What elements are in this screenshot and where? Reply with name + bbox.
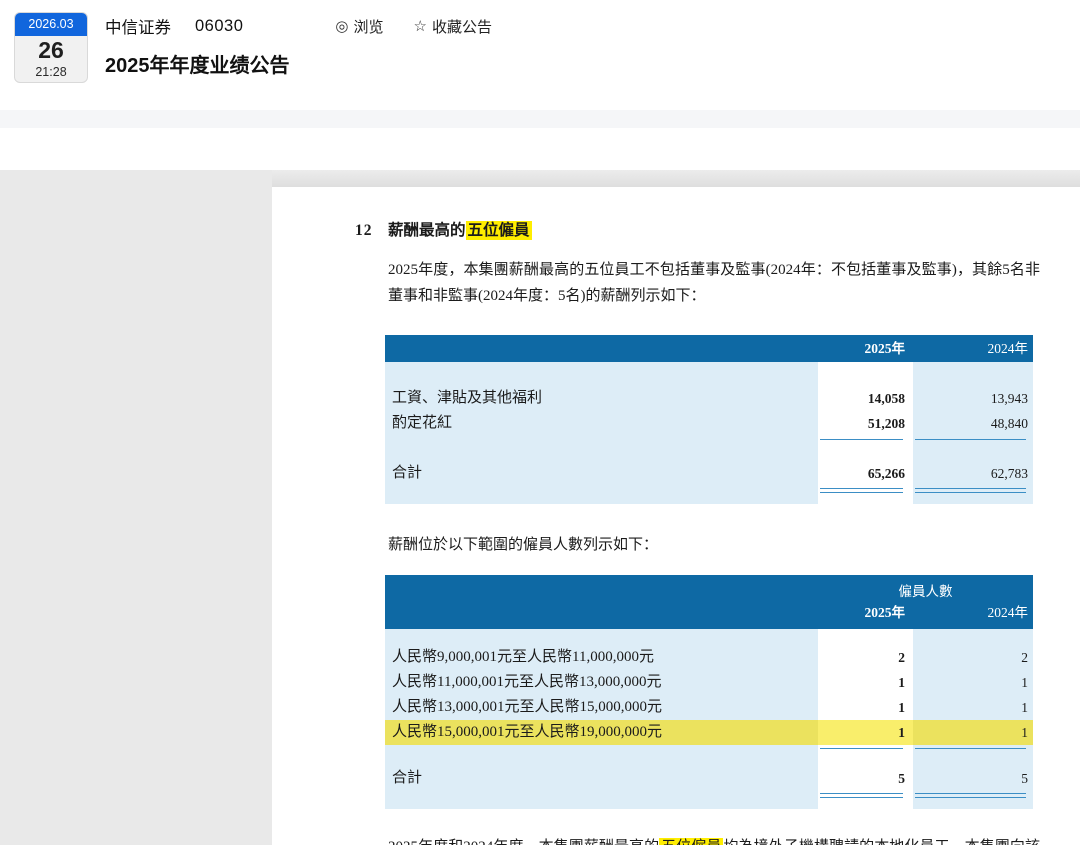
total-row: 合計 65,266 62,783	[385, 461, 1033, 486]
cell-2025: 1	[818, 670, 908, 695]
cell-label: 人民幣9,000,001元至人民幣11,000,000元	[385, 645, 818, 670]
cell-2024: 5	[913, 766, 1033, 791]
top5-compensation-table: 2025年 2024年 工資、津貼及其他福利 14,058 13,943 酌定花…	[385, 335, 1033, 504]
section-number: 12	[355, 222, 373, 239]
table1-col-2025: 2025年	[864, 341, 906, 356]
table-spacer-row	[385, 362, 1033, 386]
badge-month: 2026.03	[15, 13, 87, 36]
subtotal-rule-row	[385, 436, 1033, 445]
table-row: 人民幣13,000,001元至人民幣15,000,000元 1 1	[385, 695, 1033, 720]
divider-band	[0, 110, 1080, 128]
cell-label: 合計	[385, 461, 818, 486]
subtotal-rule-row	[385, 745, 1033, 754]
table2-header: 僱員人數 2025年 2024年	[385, 575, 1033, 629]
pdf-page: 12 薪酬最高的 五位僱員 2025年度，本集團薪酬最高的五位員工不包括董事及監事(…	[272, 187, 1080, 845]
cell-label: 合計	[385, 766, 818, 791]
table1-header-row: 2025年 2024年	[385, 335, 1033, 362]
favorite-label: 收藏公告	[431, 18, 492, 36]
announcement-header: 2026.03 26 21:28 中信证券 06030 ◎ 浏览 ☆ 收藏公告 …	[0, 0, 1080, 110]
table-spacer-row	[385, 801, 1033, 809]
pdf-toolbar-strip	[272, 170, 1080, 187]
total-row: 合計 5 5	[385, 766, 1033, 791]
table-spacer-row	[385, 629, 1033, 645]
table-spacer-row	[385, 445, 1033, 461]
table-row-highlighted: 人民幣15,000,001元至人民幣19,000,000元 1 1	[385, 720, 1033, 745]
cell-label: 工資、津貼及其他福利	[385, 386, 818, 411]
pdf-viewer: 12 薪酬最高的 五位僱員 2025年度，本集團薪酬最高的五位員工不包括董事及監事(…	[0, 170, 1080, 845]
company-name: 中信证券	[105, 19, 171, 37]
table1-col-2024: 2024年	[987, 341, 1029, 356]
announcement-title: 2025年年度业绩公告	[105, 55, 290, 77]
browse-button[interactable]: ◎ 浏览	[335, 16, 383, 37]
table-row: 人民幣9,000,001元至人民幣11,000,000元 2 2	[385, 645, 1033, 670]
cell-2025: 1	[818, 695, 908, 720]
section-heading: 12 薪酬最高的 五位僱員	[355, 218, 1080, 240]
paragraph-conclusion: 2025年度和2024年度，本集團薪酬最高的五位僱員均為境外子機構聘請的本地化員…	[388, 834, 1040, 845]
cell-2024: 1	[913, 670, 1033, 695]
cell-label: 人民幣11,000,001元至人民幣13,000,000元	[385, 670, 818, 695]
date-badge: 2026.03 26 21:28	[14, 12, 88, 83]
badge-time: 21:28	[35, 65, 67, 79]
conclusion-highlight: 五位僱員	[659, 838, 724, 845]
total-rule-row	[385, 791, 1033, 801]
table2-group-header: 僱員人數	[898, 584, 953, 599]
cell-2024: 1	[913, 720, 1033, 745]
cell-2025: 14,058	[818, 386, 908, 411]
table2-col-2025: 2025年	[864, 605, 906, 620]
paragraph-ranges-intro: 薪酬位於以下範圍的僱員人數列示如下：	[388, 537, 659, 553]
section-title: 薪酬最高的	[388, 222, 466, 239]
favorite-announcement-button[interactable]: ☆ 收藏公告	[414, 16, 492, 37]
cell-label: 人民幣13,000,001元至人民幣15,000,000元	[385, 695, 818, 720]
paragraph-intro: 2025年度，本集團薪酬最高的五位員工不包括董事及監事(2024年：不包括董事及…	[388, 262, 1040, 304]
table-row: 酌定花紅 51,208 48,840	[385, 411, 1033, 436]
conclusion-text-pre: 2025年度和2024年度，本集團薪酬最高的	[388, 839, 659, 845]
table-spacer-row	[385, 496, 1033, 504]
cell-2025: 1	[818, 720, 908, 745]
cell-2024: 13,943	[913, 386, 1033, 411]
star-icon: ☆	[413, 18, 427, 35]
cell-2025: 65,266	[818, 461, 908, 486]
cell-2024: 1	[913, 695, 1033, 720]
section-title-highlight: 五位僱員	[465, 221, 532, 240]
stock-code: 06030	[195, 16, 244, 35]
table-row: 人民幣11,000,001元至人民幣13,000,000元 1 1	[385, 670, 1033, 695]
cell-2024: 62,783	[913, 461, 1033, 486]
cell-2024: 2	[913, 645, 1033, 670]
browse-label: 浏览	[353, 18, 384, 36]
cell-label: 人民幣15,000,001元至人民幣19,000,000元	[385, 720, 818, 745]
header-spacer	[0, 128, 1080, 170]
pdf-sidebar-pane[interactable]	[0, 170, 272, 845]
table2-col-2024: 2024年	[987, 605, 1029, 620]
table-spacer-row	[385, 754, 1033, 766]
headcount-table: 僱員人數 2025年 2024年 人民幣9,000,001元至人民幣11,000…	[385, 575, 1033, 809]
cell-2025: 5	[818, 766, 908, 791]
eye-icon: ◎	[335, 18, 349, 35]
cell-2024: 48,840	[913, 411, 1033, 436]
total-rule-row	[385, 486, 1033, 496]
cell-label: 酌定花紅	[385, 411, 818, 436]
table-row: 工資、津貼及其他福利 14,058 13,943	[385, 386, 1033, 411]
cell-2025: 51,208	[818, 411, 908, 436]
pdf-document-area: 12 薪酬最高的 五位僱員 2025年度，本集團薪酬最高的五位員工不包括董事及監事(…	[272, 170, 1080, 845]
badge-day: 26	[38, 37, 64, 63]
cell-2025: 2	[818, 645, 908, 670]
